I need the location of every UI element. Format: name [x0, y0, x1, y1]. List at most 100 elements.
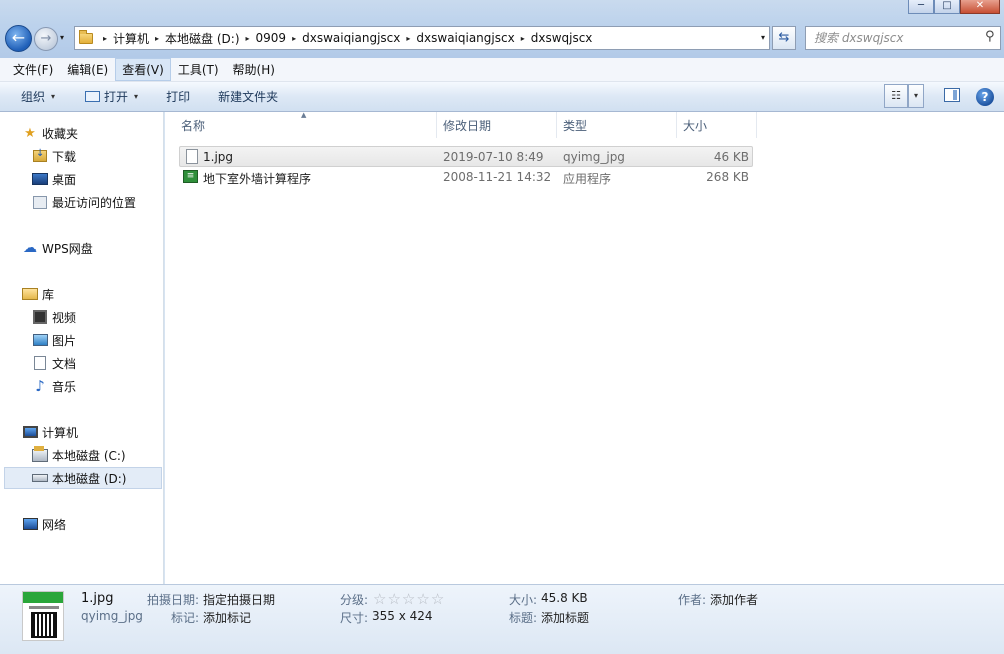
sidebar-item-drive-c[interactable]: 本地磁盘 (C:) — [32, 444, 126, 466]
sidebar-item-label: 本地磁盘 (D:) — [52, 471, 127, 486]
pictures-icon — [32, 332, 48, 348]
chevron-right-icon[interactable]: ▸ — [515, 34, 531, 43]
star-icon[interactable]: ☆ — [416, 592, 429, 607]
open-icon — [85, 91, 101, 102]
sidebar-item-label: 下载 — [52, 149, 77, 164]
rating-stars[interactable]: ☆ ☆ ☆ ☆ ☆ — [373, 592, 444, 607]
file-type: qyimg_jpg — [563, 150, 625, 164]
sidebar-item-documents[interactable]: 文档 — [32, 352, 76, 374]
sidebar-item-videos[interactable]: 视频 — [32, 306, 76, 328]
print-label: 打印 — [166, 90, 191, 104]
tags-field[interactable]: 添加标记 — [203, 609, 251, 626]
star-icon[interactable]: ☆ — [431, 592, 444, 607]
sidebar-item-favorites[interactable]: ★ 收藏夹 — [22, 122, 78, 144]
sidebar-item-pictures[interactable]: 图片 — [32, 329, 76, 351]
back-button[interactable]: ← — [5, 25, 32, 52]
address-history-dropdown[interactable]: ▾ — [761, 33, 765, 42]
window-controls: ─ □ ✕ — [908, 0, 1000, 14]
breadcrumb-dxswaiqiangjscx-2[interactable]: dxswaiqiangjscx — [416, 31, 514, 45]
file-size: 46 KB — [713, 150, 749, 164]
sidebar-item-libraries[interactable]: 库 — [22, 283, 54, 305]
breadcrumb-computer[interactable]: 计算机 — [113, 30, 149, 47]
refresh-button[interactable]: ⇆ — [772, 26, 796, 50]
sidebar-item-desktop[interactable]: 桌面 — [32, 168, 76, 190]
video-icon — [32, 309, 48, 325]
menu-tools[interactable]: 工具(T) — [171, 58, 226, 81]
sidebar-item-label: 库 — [42, 287, 55, 302]
open-label: 打开 — [104, 90, 129, 104]
sidebar-item-label: 视频 — [52, 310, 77, 325]
sidebar-item-drive-d[interactable]: 本地磁盘 (D:) — [4, 467, 162, 489]
sidebar-item-label: 桌面 — [52, 172, 77, 187]
music-icon: ♪ — [35, 377, 45, 395]
organize-button[interactable]: 组织 ▾ — [10, 88, 66, 105]
sidebar-item-wps-cloud[interactable]: ☁ WPS网盘 — [22, 237, 93, 259]
table-row[interactable]: ≡ 地下室外墙计算程序 2008-11-21 14:32 应用程序 268 KB — [179, 167, 753, 188]
sidebar-item-downloads[interactable]: 下载 — [32, 145, 76, 167]
column-header-date[interactable]: 修改日期 — [437, 112, 557, 138]
chevron-right-icon[interactable]: ▸ — [400, 34, 416, 43]
file-type: 应用程序 — [563, 172, 612, 186]
menu-bar: 文件(F) 编辑(E) 查看(V) 工具(T) 帮助(H) — [0, 58, 1004, 82]
star-icon[interactable]: ☆ — [402, 592, 415, 607]
minimize-button[interactable]: ─ — [908, 0, 934, 14]
maximize-button[interactable]: □ — [934, 0, 960, 14]
column-header-label: 大小 — [683, 118, 708, 133]
recent-pages-dropdown[interactable]: ▾ — [60, 33, 64, 42]
drive-icon — [32, 470, 48, 486]
title-label: 标题: — [509, 611, 538, 625]
details-view-icon[interactable]: ☷ — [884, 84, 908, 108]
rating-label: 分级: — [340, 593, 369, 607]
sidebar-item-label: 计算机 — [42, 425, 79, 440]
open-button[interactable]: 打开 ▾ — [74, 88, 149, 105]
breadcrumb-dxswqjscx[interactable]: dxswqjscx — [531, 31, 593, 45]
menu-edit[interactable]: 编辑(E) — [60, 58, 115, 81]
star-icon[interactable]: ☆ — [387, 592, 400, 607]
new-folder-button[interactable]: 新建文件夹 — [207, 88, 289, 105]
star-icon: ★ — [24, 125, 36, 141]
sidebar-item-label: 音乐 — [52, 379, 77, 394]
help-icon[interactable]: ? — [976, 88, 994, 106]
breadcrumb-drive-d[interactable]: 本地磁盘 (D:) — [165, 30, 239, 47]
menu-view[interactable]: 查看(V) — [115, 58, 171, 81]
breadcrumb-dxswaiqiangjscx[interactable]: dxswaiqiangjscx — [302, 31, 400, 45]
library-icon — [22, 286, 38, 302]
author-field[interactable]: 添加作者 — [710, 591, 758, 608]
preview-pane-icon[interactable] — [944, 88, 960, 102]
column-header-label: 修改日期 — [443, 118, 492, 133]
column-header-name[interactable]: 名称 ▲ — [175, 111, 437, 138]
cloud-icon: ☁ — [23, 240, 37, 256]
chevron-right-icon[interactable]: ▸ — [286, 34, 302, 43]
desktop-icon — [32, 171, 48, 187]
document-icon — [32, 355, 48, 371]
search-input[interactable]: 搜索 dxswqjscx — [805, 26, 1001, 50]
chevron-right-icon[interactable]: ▸ — [97, 34, 113, 43]
table-row[interactable]: 1.jpg 2019-07-10 8:49 qyimg_jpg 46 KB — [179, 146, 753, 167]
date-taken-label: 拍摄日期: — [147, 593, 200, 607]
chevron-right-icon[interactable]: ▸ — [149, 34, 165, 43]
address-bar[interactable]: ▸ 计算机 ▸ 本地磁盘 (D:) ▸ 0909 ▸ dxswaiqiangjs… — [74, 26, 770, 50]
menu-file[interactable]: 文件(F) — [6, 58, 60, 81]
author-label: 作者: — [678, 593, 707, 607]
new-folder-label: 新建文件夹 — [218, 90, 279, 104]
file-date: 2008-11-21 14:32 — [443, 170, 552, 184]
star-icon[interactable]: ☆ — [373, 592, 386, 607]
title-field[interactable]: 添加标题 — [541, 609, 589, 626]
sidebar-item-music[interactable]: ♪ 音乐 — [32, 375, 76, 397]
forward-button[interactable]: → — [34, 27, 58, 51]
column-header-size[interactable]: 大小 — [677, 112, 757, 138]
chevron-right-icon[interactable]: ▸ — [240, 34, 256, 43]
sidebar-item-computer[interactable]: 计算机 — [22, 421, 78, 443]
file-date: 2019-07-10 8:49 — [443, 150, 544, 164]
view-options-dropdown[interactable]: ▾ — [908, 84, 924, 108]
breadcrumb-0909[interactable]: 0909 — [256, 31, 287, 45]
date-taken-field[interactable]: 指定拍摄日期 — [203, 591, 275, 608]
sidebar-item-recent-places[interactable]: 最近访问的位置 — [32, 191, 136, 213]
computer-icon — [22, 424, 38, 440]
sidebar-item-network[interactable]: 网络 — [22, 513, 66, 535]
menu-help[interactable]: 帮助(H) — [226, 58, 282, 81]
column-header-type[interactable]: 类型 — [557, 112, 677, 138]
close-button[interactable]: ✕ — [960, 0, 1000, 14]
print-button[interactable]: 打印 — [155, 88, 201, 105]
search-icon[interactable]: ⚲ — [985, 29, 1000, 44]
